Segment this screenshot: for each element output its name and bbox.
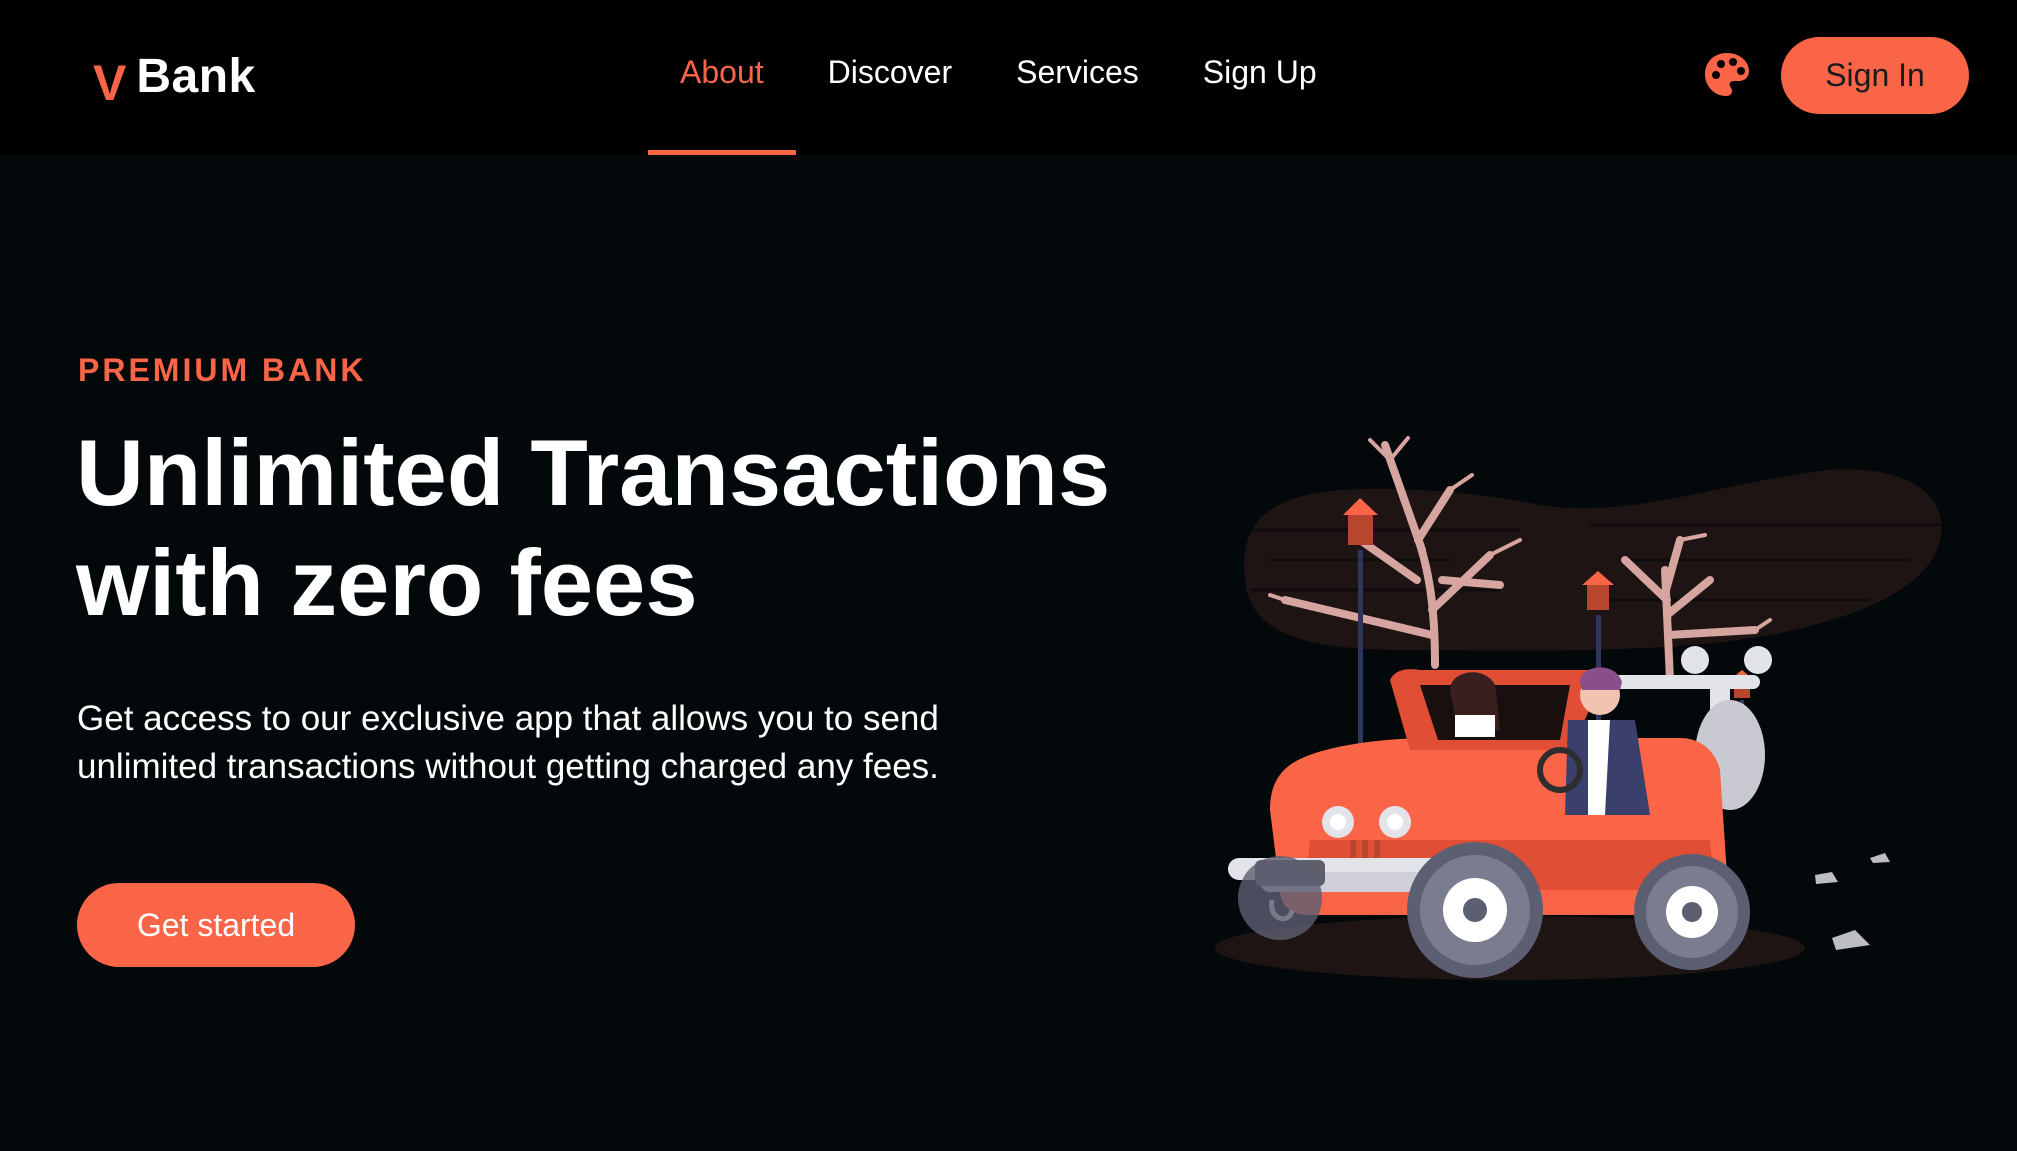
nav-item-about[interactable]: About xyxy=(648,0,796,155)
get-started-button[interactable]: Get started xyxy=(77,883,355,967)
sign-in-button[interactable]: Sign In xyxy=(1781,37,1969,114)
site-header: V Bank About Discover Services Sign Up S… xyxy=(0,0,2017,155)
hero-headline: Unlimited Transactions with zero fees xyxy=(76,418,1226,638)
headline-line-1: Unlimited Transactions xyxy=(76,420,1111,525)
brand-name: Bank xyxy=(136,50,256,103)
hero-description: Get access to our exclusive app that all… xyxy=(77,699,939,786)
jeep-couple-illustration xyxy=(1210,420,1950,1005)
main-nav: About Discover Services Sign Up xyxy=(648,0,1349,155)
hero-eyebrow: PREMIUM BANK xyxy=(78,352,367,388)
palette-icon[interactable] xyxy=(1702,50,1752,100)
brand-logo[interactable]: V Bank xyxy=(93,46,256,111)
nav-item-sign-up[interactable]: Sign Up xyxy=(1171,0,1349,155)
brand-mark: V xyxy=(93,55,127,111)
nav-item-discover[interactable]: Discover xyxy=(796,0,984,155)
headline-line-2: with zero fees xyxy=(76,530,698,635)
nav-item-services[interactable]: Services xyxy=(984,0,1171,155)
